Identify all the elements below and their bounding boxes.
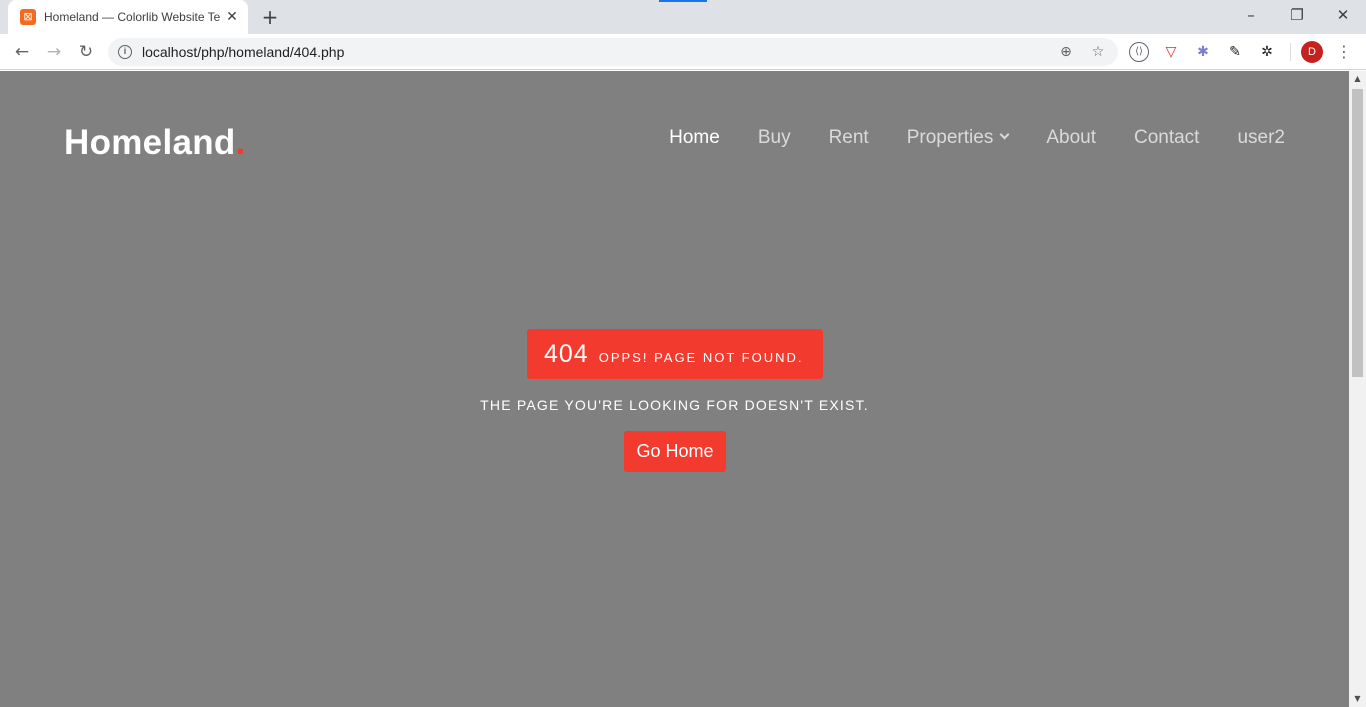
scroll-up-arrow-icon[interactable]: ▲ — [1349, 73, 1366, 85]
restore-icon[interactable]: ❐ — [1284, 4, 1310, 26]
nav-about[interactable]: About — [1046, 127, 1096, 149]
nav-rent[interactable]: Rent — [829, 127, 869, 149]
error-subtitle: THE PAGE YOU'RE LOOKING FOR DOESN'T EXIS… — [480, 397, 869, 413]
xampp-favicon-icon: ⊠ — [20, 9, 36, 25]
page-scrollbar[interactable]: ▲ ▼ — [1349, 71, 1366, 707]
site-info-icon[interactable]: i — [118, 45, 132, 59]
error-banner: 404 OPPS! PAGE NOT FOUND. — [527, 329, 823, 379]
browser-tab[interactable]: ⊠ Homeland — Colorlib Website Te ✕ — [8, 0, 248, 34]
toolbar-divider — [1290, 43, 1291, 61]
window-close-icon[interactable]: ✕ — [1330, 4, 1356, 26]
main-nav: Home Buy Rent Properties About Contact u… — [631, 127, 1285, 149]
browser-menu-icon[interactable]: ⋮ — [1334, 40, 1354, 64]
extension-eyedropper-icon[interactable]: ✎ — [1225, 42, 1245, 62]
address-url[interactable]: localhost/php/homeland/404.php — [142, 44, 344, 60]
nav-buy[interactable]: Buy — [758, 127, 791, 149]
reload-icon[interactable]: ↻ — [74, 40, 98, 64]
chevron-down-icon — [999, 129, 1010, 140]
extension-bug-icon[interactable]: ✲ — [1257, 42, 1277, 62]
scroll-down-arrow-icon[interactable]: ▼ — [1349, 693, 1366, 705]
extension-pocket-icon[interactable]: ▽ — [1161, 42, 1181, 62]
back-arrow-icon[interactable]: ← — [10, 40, 34, 64]
nav-properties[interactable]: Properties — [906, 127, 1010, 149]
nav-contact[interactable]: Contact — [1134, 127, 1199, 149]
error-message: OPPS! PAGE NOT FOUND. — [598, 349, 804, 365]
profile-avatar[interactable]: D — [1301, 41, 1323, 63]
site-logo[interactable]: Homeland. — [64, 123, 246, 163]
error-code: 404 — [544, 339, 589, 368]
page-viewport: Homeland. Home Buy Rent Properties About… — [0, 71, 1349, 707]
nav-properties-label: Properties — [906, 127, 994, 148]
tab-close-icon[interactable]: ✕ — [224, 9, 240, 25]
nav-user[interactable]: user2 — [1237, 127, 1285, 149]
new-tab-icon[interactable]: + — [258, 6, 282, 28]
go-home-button[interactable]: Go Home — [624, 431, 726, 472]
address-bar[interactable]: i localhost/php/homeland/404.php ⊕ ☆ — [108, 38, 1118, 66]
scrollbar-thumb[interactable] — [1352, 89, 1363, 377]
zoom-icon[interactable]: ⊕ — [1056, 42, 1076, 62]
logo-text: Homeland — [64, 123, 236, 162]
tab-title: Homeland — Colorlib Website Te — [44, 10, 221, 24]
bookmark-star-icon[interactable]: ☆ — [1088, 42, 1108, 62]
extension-icon[interactable]: ⟨⟩ — [1129, 42, 1149, 62]
nav-home[interactable]: Home — [669, 127, 720, 149]
browser-toolbar: ← → ↻ i localhost/php/homeland/404.php ⊕… — [0, 34, 1366, 70]
tab-strip-indicator — [659, 0, 707, 2]
extension-gear-icon[interactable]: ✱ — [1193, 42, 1213, 62]
logo-dot: . — [235, 123, 246, 162]
forward-arrow-icon[interactable]: → — [42, 40, 66, 64]
minimize-icon[interactable]: – — [1238, 4, 1264, 26]
browser-tab-bar: ⊠ Homeland — Colorlib Website Te ✕ + – ❐… — [0, 0, 1366, 34]
